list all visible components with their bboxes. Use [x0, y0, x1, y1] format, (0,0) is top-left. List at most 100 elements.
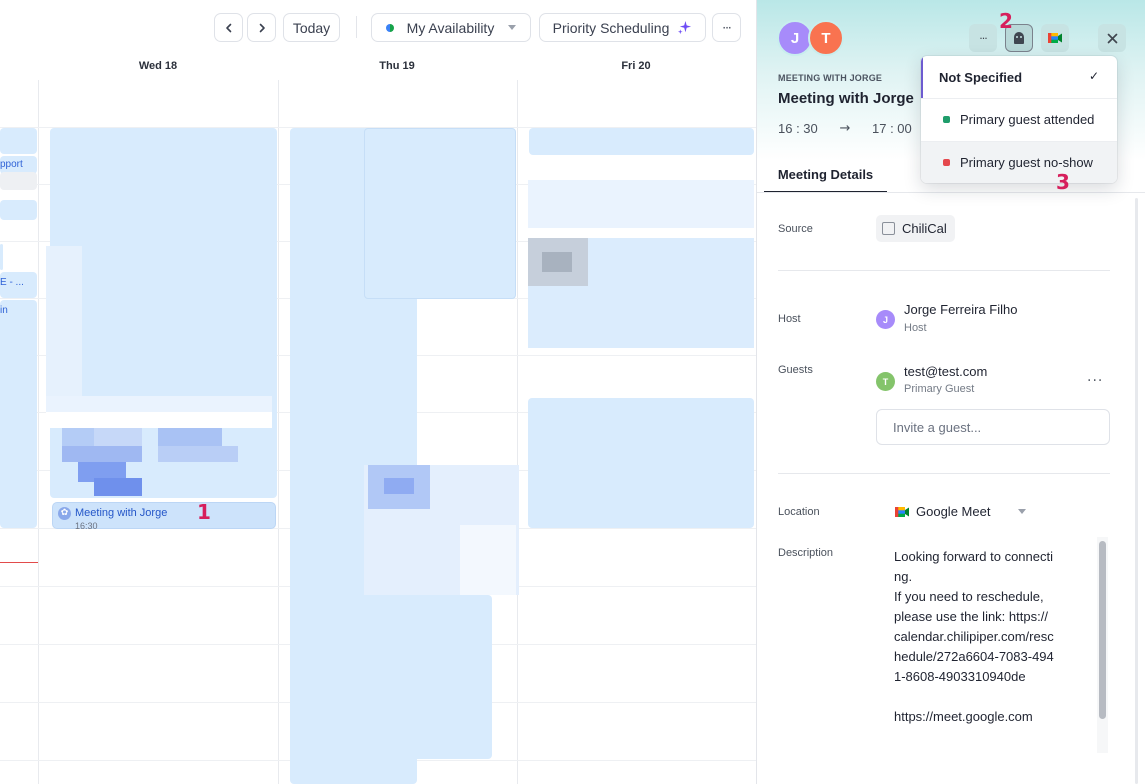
- calendar-event[interactable]: in: [0, 300, 37, 528]
- location-label: Location: [778, 506, 820, 518]
- google-meet-button[interactable]: [1041, 24, 1069, 52]
- attendance-status-menu: Not Specified ✓ Primary guest attended P…: [921, 56, 1117, 183]
- calendar-event-blurred[interactable]: [364, 128, 516, 299]
- day-header-thu: Thu 19: [379, 60, 415, 72]
- day-column-divider: [517, 80, 518, 784]
- event-label: pport: [0, 159, 23, 170]
- avatar: J: [876, 310, 895, 329]
- menu-item-label: Primary guest no-show: [960, 155, 1093, 170]
- tab-meeting-details[interactable]: Meeting Details: [764, 157, 887, 193]
- status-dot-icon: [943, 159, 950, 166]
- section-divider: [778, 270, 1110, 271]
- arrow-right-icon: →: [839, 121, 851, 136]
- day-column-divider: [278, 80, 279, 784]
- blur-block: [542, 252, 572, 272]
- meeting-title: Meeting with Jorge: [778, 90, 914, 107]
- chevron-left-icon: [225, 23, 231, 32]
- host-label: Host: [778, 313, 801, 325]
- chevron-down-icon: [1018, 509, 1027, 514]
- more-actions-button[interactable]: ···: [969, 24, 997, 52]
- start-time: 16 : 30: [778, 121, 818, 136]
- calendar-view: Today My Availability Priority Schedulin…: [0, 0, 756, 784]
- annotation-marker: 1: [197, 500, 211, 524]
- end-time: 17 : 00: [872, 121, 912, 136]
- blur-block: [46, 412, 272, 428]
- source-label: Source: [778, 223, 813, 235]
- tab-divider: [757, 192, 1145, 193]
- tab-label: Meeting Details: [777, 166, 874, 182]
- menu-item-guest-attended[interactable]: Primary guest attended: [921, 98, 1117, 140]
- menu-item-guest-no-show[interactable]: Primary guest no-show: [921, 141, 1117, 183]
- sparkle-icon: [678, 20, 692, 35]
- calendar-event-blurred[interactable]: [364, 595, 492, 759]
- calendar-event[interactable]: [0, 200, 37, 220]
- chevron-right-icon: [259, 23, 265, 32]
- priority-scheduling-label: Priority Scheduling: [552, 19, 670, 36]
- location-value: Google Meet: [916, 504, 991, 519]
- panel-scrollbar[interactable]: [1135, 198, 1138, 784]
- close-panel-button[interactable]: [1098, 24, 1126, 52]
- calendar-toolbar: Today My Availability Priority Schedulin…: [0, 0, 756, 54]
- annotation-marker: 3: [1056, 170, 1070, 194]
- google-meet-icon: [895, 506, 909, 517]
- today-button[interactable]: Today: [283, 13, 340, 42]
- host-name: Jorge Ferreira Filho: [904, 302, 1018, 317]
- blur-block: [158, 446, 238, 462]
- event-label: E - ...: [0, 277, 24, 288]
- chevron-down-icon: [508, 25, 517, 30]
- meeting-event-card[interactable]: ✿ Meeting with Jorge 16:30: [52, 502, 276, 531]
- day-header-fri: Fri 20: [621, 60, 651, 72]
- more-options-button[interactable]: ···: [712, 13, 741, 42]
- calendar-event[interactable]: E - ...: [0, 272, 37, 298]
- blur-block: [94, 478, 142, 496]
- menu-item-label: Not Specified: [939, 69, 1023, 85]
- description-scrollbar[interactable]: [1099, 541, 1106, 719]
- day-column-divider: [38, 80, 39, 784]
- availability-label: My Availability: [406, 19, 495, 36]
- calendar-event[interactable]: [0, 244, 3, 270]
- meeting-kicker: MEETING WITH JORGE: [778, 73, 883, 83]
- menu-item-label: Primary guest attended: [960, 112, 1095, 127]
- google-meet-icon: [1048, 33, 1062, 43]
- event-title: Meeting with Jorge: [75, 507, 168, 519]
- status-dot-icon: [943, 116, 950, 123]
- calendar-event-blurred[interactable]: [528, 398, 754, 528]
- priority-scheduling-button[interactable]: Priority Scheduling: [539, 13, 706, 42]
- today-label: Today: [292, 19, 331, 36]
- event-type-icon: ✿: [58, 507, 71, 520]
- guest-role: Primary Guest: [904, 383, 975, 395]
- avatar: T: [876, 372, 895, 391]
- more-horizontal-icon: ···: [979, 31, 987, 45]
- day-header-wed: Wed 18: [138, 60, 178, 72]
- next-week-button[interactable]: [247, 13, 276, 42]
- annotation-marker: 2: [999, 9, 1013, 33]
- blur-block: [460, 525, 516, 595]
- ghost-icon: [1014, 32, 1024, 44]
- blur-block: [528, 180, 754, 228]
- guest-more-button[interactable]: ···: [1087, 373, 1103, 389]
- blur-block: [62, 428, 94, 448]
- prev-week-button[interactable]: [214, 13, 243, 42]
- menu-item-not-specified[interactable]: Not Specified ✓: [921, 56, 1117, 98]
- availability-dropdown[interactable]: My Availability: [371, 13, 531, 42]
- calendar-event-blurred[interactable]: [529, 128, 754, 155]
- invite-guest-input[interactable]: [876, 409, 1110, 445]
- blur-block: [62, 446, 142, 462]
- guest-email: test@test.com: [904, 364, 988, 379]
- description-text: Looking forward to connecting. If you ne…: [894, 549, 1054, 724]
- location-dropdown[interactable]: Google Meet: [894, 504, 1027, 519]
- blur-block: [46, 396, 272, 412]
- description-label: Description: [778, 547, 834, 559]
- app-root: Today My Availability Priority Schedulin…: [0, 0, 1145, 784]
- event-label: in: [0, 305, 8, 316]
- source-value: ChiliCal: [902, 221, 947, 236]
- check-icon: ✓: [1088, 69, 1099, 83]
- calendar-event[interactable]: [0, 128, 37, 154]
- availability-dot-icon: [385, 23, 394, 32]
- toolbar-divider: [356, 16, 357, 38]
- calendar-event[interactable]: [0, 172, 37, 190]
- description-textarea[interactable]: Looking forward to connecting. If you ne…: [881, 537, 1111, 753]
- blur-block: [46, 246, 82, 396]
- blur-block: [384, 478, 414, 494]
- blur-block: [94, 428, 142, 448]
